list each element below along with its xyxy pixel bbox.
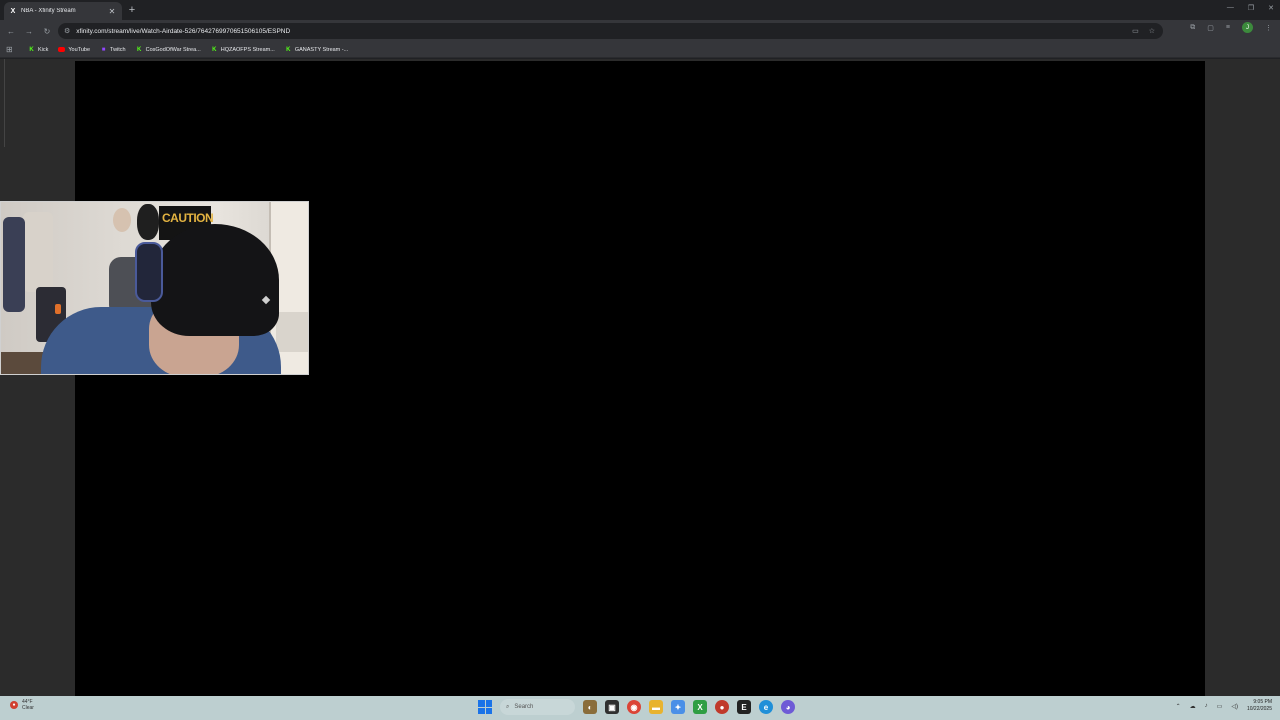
discord-icon[interactable]: ◕ [781, 700, 795, 714]
task-view-icon[interactable]: ▣ [605, 700, 619, 714]
copilot-icon[interactable]: ✦ [671, 700, 685, 714]
bookmark-cosgodofwar[interactable]: K CosGodOfWar Strea... [136, 46, 201, 53]
menu-list-icon[interactable]: ≡ [1226, 24, 1230, 31]
bookmark-star-icon[interactable]: ☆ [1149, 27, 1155, 35]
app-icon[interactable]: ● [715, 700, 729, 714]
video-player[interactable] [75, 61, 1205, 696]
reload-icon[interactable]: ↻ [38, 22, 56, 40]
headset [135, 242, 163, 302]
chrome-icon[interactable]: ◉ [627, 700, 641, 714]
network-icon[interactable]: ☁ [1190, 703, 1196, 710]
tab-active[interactable]: X NBA - Xfinity Stream ✕ [4, 2, 122, 20]
weather-icon: ● [10, 701, 18, 709]
extensions-icon[interactable]: ⧉ [1190, 24, 1195, 32]
close-window-icon[interactable]: ✕ [1268, 4, 1274, 12]
webcam-overlay: CAUTION [0, 201, 309, 375]
side-panel-edge [0, 59, 5, 147]
widget-icon[interactable]: ◐ [583, 700, 597, 714]
apps-grid-icon[interactable]: ⊞ [6, 45, 14, 54]
more-menu-icon[interactable]: ⋮ [1265, 24, 1272, 32]
bookmark-twitch[interactable]: ■ Twitch [100, 46, 126, 53]
bookmark-hqzaofps[interactable]: K HQZAOFPS Stream... [211, 46, 275, 53]
twitch-icon: ■ [101, 46, 106, 53]
split-view-icon[interactable]: ▢ [1207, 24, 1214, 32]
epic-games-icon[interactable]: E [737, 700, 751, 714]
profile-avatar[interactable]: J [1242, 22, 1253, 33]
person-beanie [151, 224, 279, 336]
tab-strip: X NBA - Xfinity Stream ✕ + — ❐ ✕ [0, 0, 1280, 20]
windows-taskbar: ● 44°F Clear ⌕ Search ◐ ▣ ◉ ▬ ✦ X ● E e … [0, 696, 1280, 720]
taskbar-clock[interactable]: 9:05 PM 10/22/2025 [1247, 699, 1272, 713]
window-controls: — ❐ ✕ [1227, 4, 1274, 12]
edge-icon[interactable]: e [759, 700, 773, 714]
kick-icon: K [29, 46, 34, 53]
search-icon: ⌕ [506, 703, 510, 710]
file-explorer-icon[interactable]: ▬ [649, 700, 663, 714]
cast-icon[interactable]: ▭ [1132, 27, 1139, 35]
mask-decoration [137, 204, 159, 240]
bookmarks-bar: ⊞ K Kick YouTube ■ Twitch K CosGodOfWar … [0, 42, 1280, 58]
page-content [0, 59, 1280, 696]
xfinity-favicon-icon: X [10, 7, 16, 15]
browser-toolbar: ← → ↻ ⚙ xfinity.com/stream/live/Watch-Ai… [0, 20, 1280, 42]
taskbar-apps: ⌕ Search ◐ ▣ ◉ ▬ ✦ X ● E e ◕ [478, 699, 795, 715]
youtube-icon [58, 47, 66, 52]
back-arrow-icon[interactable]: ← [2, 22, 20, 40]
site-info-icon[interactable]: ⚙ [64, 27, 70, 35]
close-tab-icon[interactable]: ✕ [107, 7, 117, 16]
system-tray: ⌃ ☁ ♪ ▭ ◁) 9:05 PM 10/22/2025 [1176, 699, 1272, 713]
kick-icon: K [136, 46, 142, 53]
bookmark-ganasty[interactable]: K GANASTY Stream -... [285, 46, 348, 53]
kick-icon: K [286, 46, 291, 53]
taskbar-search[interactable]: ⌕ Search [500, 699, 575, 715]
xbox-icon[interactable]: X [693, 700, 707, 714]
minimize-icon[interactable]: — [1227, 4, 1234, 12]
weather-widget[interactable]: ● 44°F Clear [10, 699, 34, 711]
mic-icon[interactable]: ♪ [1205, 703, 1208, 709]
tab-title: NBA - Xfinity Stream [21, 8, 76, 14]
new-tab-button[interactable]: + [127, 3, 137, 17]
address-bar[interactable]: ⚙ xfinity.com/stream/live/Watch-Airdate-… [58, 23, 1163, 39]
bookmark-kick[interactable]: K Kick [28, 46, 48, 53]
url-text[interactable]: xfinity.com/stream/live/Watch-Airdate-52… [76, 28, 290, 35]
maximize-icon[interactable]: ❐ [1248, 4, 1254, 12]
windows-start-icon[interactable] [478, 700, 492, 714]
chevron-up-icon[interactable]: ⌃ [1176, 703, 1181, 710]
mask-decoration [113, 208, 131, 232]
volume-icon[interactable]: ◁) [1231, 703, 1238, 710]
forward-arrow-icon[interactable]: → [20, 22, 38, 40]
kick-icon: K [212, 46, 217, 53]
bookmark-youtube[interactable]: YouTube [58, 47, 90, 53]
display-icon[interactable]: ▭ [1217, 703, 1223, 710]
